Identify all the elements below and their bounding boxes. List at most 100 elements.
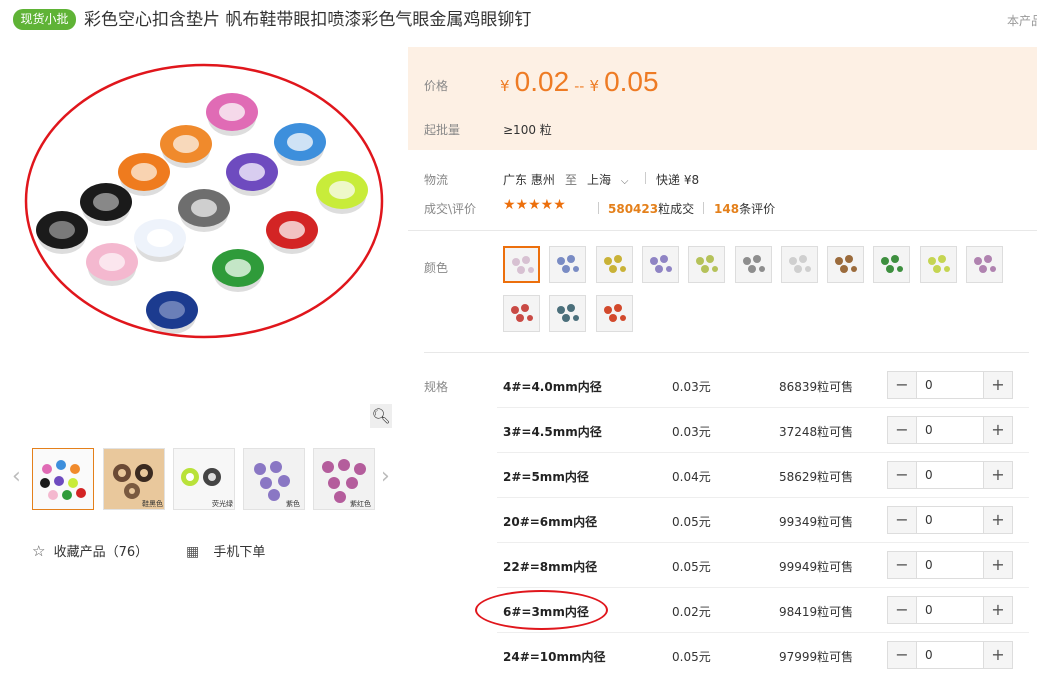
logistics-label: 物流 [424,173,449,187]
review-suffix: 条评价 [739,202,776,216]
increment-button[interactable]: + [984,507,1012,533]
quantity-stepper[interactable]: −0 + [887,551,1013,579]
quantity-input[interactable]: 0 [916,507,984,533]
increment-button[interactable]: + [984,552,1012,578]
thumbnail-2[interactable]: 鞋黑色 [103,448,165,510]
chevron-down-icon: ⌵ [620,176,629,187]
review-number: 148 [714,202,740,216]
corner-link[interactable]: 本产品 [1007,12,1037,29]
spec-price: 0.04元 [672,470,711,484]
sold-number: 580423 [608,202,659,216]
quantity-stepper[interactable]: −0 + [887,641,1013,669]
row-divider [497,407,1029,408]
moq-value: ≥100 粒 [503,123,552,137]
increment-button[interactable]: + [984,372,1012,398]
decrement-button[interactable]: − [888,552,916,578]
deals-label: 成交\评价 [424,202,477,216]
spec-price: 0.05元 [672,650,711,664]
quantity-input[interactable]: 0 [916,462,984,488]
color-swatch[interactable] [503,295,540,332]
color-swatch[interactable] [734,246,772,283]
price-low: 0.02 [514,66,570,97]
decrement-button[interactable]: − [888,462,916,488]
sold-count[interactable]: 580423粒成交 [608,200,694,217]
quantity-input[interactable]: 0 [916,597,984,623]
quantity-input[interactable]: 0 [916,372,984,398]
chevron-right-icon[interactable]: › [381,462,390,492]
spec-stock: 99349粒可售 [779,515,854,529]
chevron-left-icon[interactable]: ‹ [12,462,21,492]
price-label: 价格 [424,79,449,93]
thumbnail-label: 紫色 [286,500,300,508]
color-swatch[interactable] [966,246,1003,283]
decrement-button[interactable]: − [888,372,916,398]
mobile-order-button[interactable]: ▦ 手机下单 [186,541,265,560]
color-swatch[interactable] [595,246,633,283]
color-swatch[interactable] [549,295,587,332]
thumbnail-1[interactable] [32,448,94,510]
spec-name: 3#=4.5mm内径 [503,425,602,439]
decrement-button[interactable]: − [888,507,916,533]
color-swatch[interactable] [827,246,865,283]
moq-label: 起批量 [424,123,461,137]
quantity-input[interactable]: 0 [916,417,984,443]
decrement-button[interactable]: − [888,597,916,623]
divider [598,202,599,214]
review-count[interactable]: 148条评价 [714,200,775,217]
quantity-stepper[interactable]: −0 + [887,506,1013,534]
thumbnail-label: 荧光绿 [212,500,233,508]
spec-stock: 86839粒可售 [779,380,854,394]
divider [424,352,1029,353]
increment-button[interactable]: + [984,462,1012,488]
row-divider [497,587,1029,588]
spec-stock: 37248粒可售 [779,425,854,439]
row-divider [497,542,1029,543]
color-swatch[interactable] [919,246,957,283]
price-range: ¥ 0.02 -- ¥ 0.05 [500,66,659,98]
quantity-stepper[interactable]: −0 + [887,461,1013,489]
divider [408,230,1037,231]
thumbnail-5[interactable]: 紫红色 [313,448,375,510]
spec-name: 4#=4.0mm内径 [503,380,602,394]
color-swatch[interactable] [549,246,587,283]
increment-button[interactable]: + [984,417,1012,443]
divider [703,202,704,214]
color-swatch[interactable] [641,246,679,283]
spec-price: 0.05元 [672,560,711,574]
favorite-button[interactable]: ☆ 收藏产品（76） [32,541,148,560]
thumbnail-3[interactable]: 荧光绿 [173,448,235,510]
star-outline-icon: ☆ [32,542,46,560]
color-swatch[interactable] [780,246,818,283]
increment-button[interactable]: + [984,597,1012,623]
price-high: 0.05 [604,66,659,97]
increment-button[interactable]: + [984,642,1012,668]
ship-to: 上海 [587,173,612,187]
spec-price: 0.03元 [672,425,711,439]
rating-stars: ★★★★★ [503,197,566,213]
sold-suffix: 粒成交 [658,202,695,216]
quantity-stepper[interactable]: −0 + [887,371,1013,399]
favorite-label: 收藏产品（76） [53,545,149,560]
stock-badge: 现货小批 [13,9,76,30]
thumbnail-4[interactable]: 紫色 [243,448,305,510]
quantity-input[interactable]: 0 [916,642,984,668]
annotation-circle [475,590,608,630]
quantity-stepper[interactable]: −0 + [887,596,1013,624]
spec-name: 24#=10mm内径 [503,650,606,664]
decrement-button[interactable]: − [888,642,916,668]
spec-name: 2#=5mm内径 [503,470,589,484]
spec-stock: 97999粒可售 [779,650,854,664]
quantity-stepper[interactable]: −0 + [887,416,1013,444]
color-swatch[interactable] [503,246,540,283]
row-divider [497,632,1029,633]
row-divider [497,452,1029,453]
color-swatch[interactable] [873,246,911,283]
color-swatch[interactable] [595,295,633,332]
thumbnail-label: 鞋黑色 [142,500,163,508]
color-swatch[interactable] [688,246,726,283]
ship-to-select[interactable]: 上海 ⌵ [587,171,628,188]
decrement-button[interactable]: − [888,417,916,443]
quantity-input[interactable]: 0 [916,552,984,578]
zoom-icon[interactable]: 🔍︎ [370,404,392,428]
ship-from: 广东 惠州 [503,173,555,187]
